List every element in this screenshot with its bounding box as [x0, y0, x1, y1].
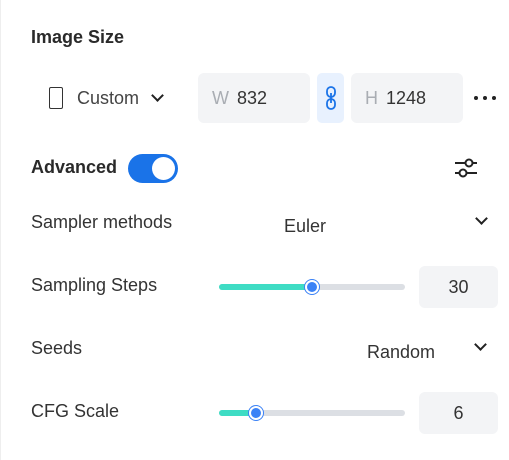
height-field[interactable]: H: [351, 73, 463, 123]
sampling-steps-slider[interactable]: [219, 280, 405, 294]
seeds-select[interactable]: Random: [367, 337, 487, 367]
chevron-down-icon: [475, 212, 488, 225]
width-letter: W: [212, 87, 229, 108]
more-options-button[interactable]: [474, 88, 496, 108]
advanced-toggle[interactable]: [128, 154, 178, 183]
height-input[interactable]: [386, 87, 446, 109]
slider-fill: [219, 284, 312, 290]
sampler-label: Sampler methods: [31, 212, 173, 232]
size-preset-dropdown[interactable]: Custom: [40, 84, 164, 112]
advanced-label: Advanced: [31, 157, 118, 177]
height-letter: H: [365, 87, 378, 108]
size-preset-label: Custom: [77, 87, 140, 108]
image-size-title: Image Size: [31, 27, 125, 47]
aspect-lock-button[interactable]: [317, 73, 344, 123]
slider-thumb[interactable]: [249, 406, 264, 420]
width-input[interactable]: [237, 87, 297, 109]
cfg-scale-label: CFG Scale: [31, 401, 120, 421]
seeds-value: Random: [367, 341, 436, 362]
sampling-steps-input[interactable]: 30: [419, 266, 498, 308]
panel-border: [0, 0, 1, 460]
chevron-down-icon: [474, 338, 487, 351]
more-horizontal-icon: [474, 96, 478, 100]
chain-link-icon: [325, 86, 336, 110]
portrait-phone-icon: [49, 87, 63, 109]
slider-thumb[interactable]: [305, 280, 319, 294]
sampler-value: Euler: [284, 215, 327, 236]
seeds-label: Seeds: [31, 338, 83, 358]
chevron-down-icon: [151, 89, 164, 102]
toggle-knob: [152, 157, 175, 180]
width-field[interactable]: W: [198, 73, 310, 123]
cfg-scale-slider[interactable]: [219, 406, 405, 420]
sampler-select[interactable]: Euler: [284, 211, 488, 241]
cfg-scale-input[interactable]: 6: [419, 392, 498, 434]
sliders-settings-icon: [455, 158, 477, 178]
advanced-settings-button[interactable]: [453, 155, 479, 181]
sampling-steps-label: Sampling Steps: [31, 275, 158, 295]
